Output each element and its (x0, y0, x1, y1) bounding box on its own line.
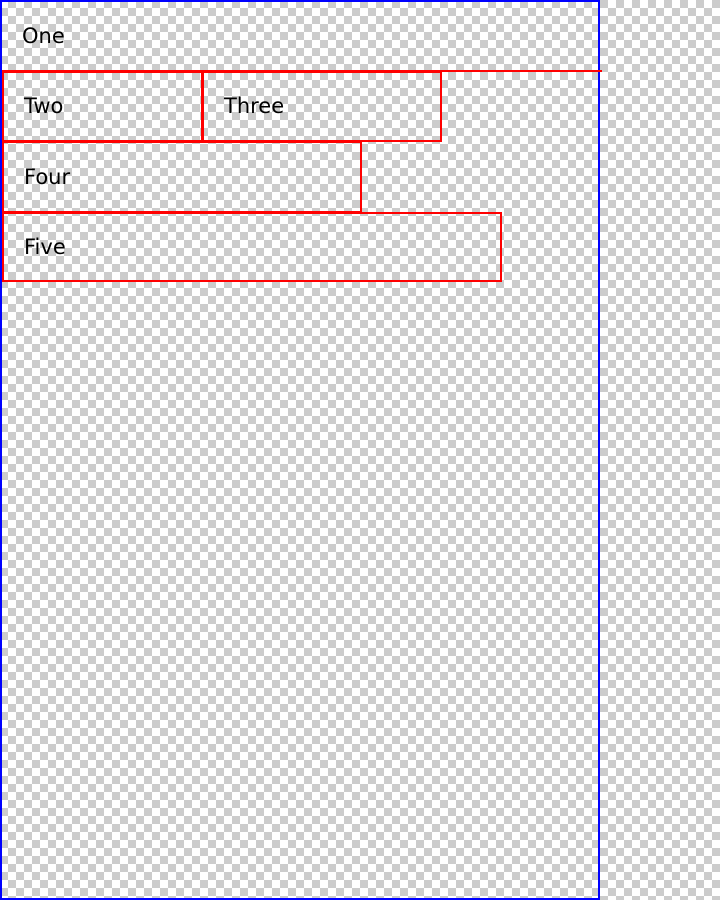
box-one: One (2, 2, 602, 72)
box-two-label: Two (24, 94, 64, 118)
box-four-label: Four (24, 164, 71, 189)
box-four: Four (2, 141, 362, 213)
box-three-label: Three (224, 94, 285, 118)
box-one-label: One (22, 23, 65, 48)
box-five-label: Five (24, 234, 66, 259)
box-five: Five (2, 212, 502, 282)
layout-container: One Two Three Four Five (0, 0, 602, 900)
box-two: Two (2, 71, 203, 142)
box-three: Three (202, 71, 442, 142)
